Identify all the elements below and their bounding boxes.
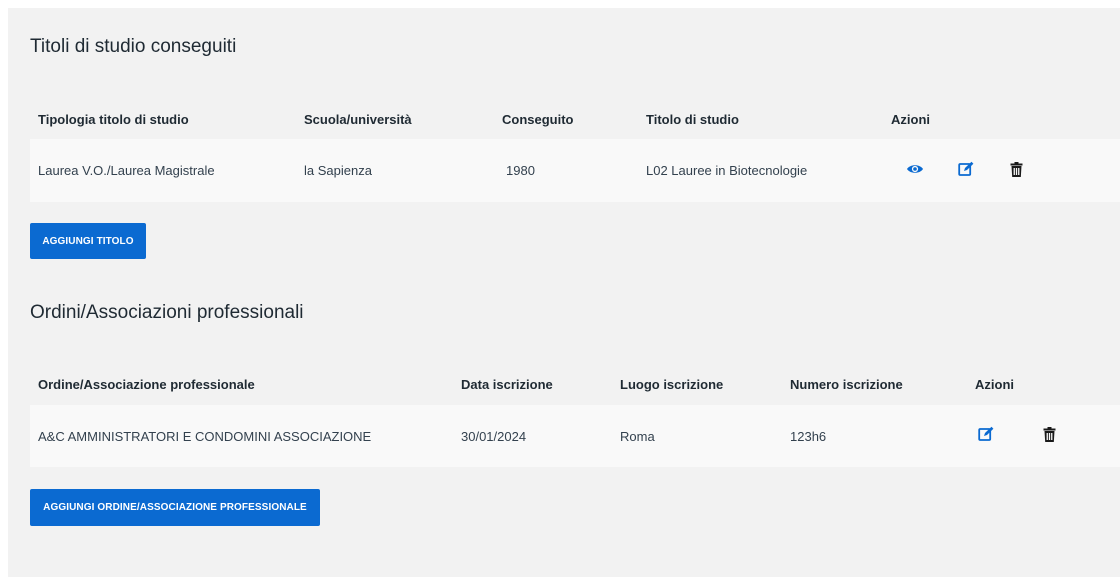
edit-icon [958,161,974,176]
cell-scuola: la Sapienza [304,163,372,178]
col-titolo: Titolo di studio [646,112,739,127]
col-tipologia: Tipologia titolo di studio [38,112,189,127]
cell-luogo-iscrizione: Roma [620,429,655,444]
col-luogo-iscrizione: Luogo iscrizione [620,377,724,392]
view-button[interactable] [905,159,925,179]
add-titolo-button[interactable]: AGGIUNGI TITOLO [30,223,146,259]
cell-data-iscrizione: 30/01/2024 [461,429,527,444]
col-numero-iscrizione: Numero iscrizione [790,377,903,392]
ordini-section-title: Ordini/Associazioni professionali [30,302,304,323]
col-conseguito: Conseguito [502,112,574,127]
content-panel: Titoli di studio conseguiti Tipologia ti… [8,8,1120,577]
col-ordine: Ordine/Associazione professionale [38,377,255,392]
cell-tipologia: Laurea V.O./Laurea Magistrale [38,163,215,178]
table-row: Laurea V.O./Laurea Magistrale la Sapienz… [30,139,1120,202]
titoli-section-title: Titoli di studio conseguiti [30,36,237,57]
col-data-iscrizione: Data iscrizione [461,377,553,392]
cell-ordine: A&C AMMINISTRATORI E CONDOMINI ASSOCIAZI… [38,429,372,444]
col-scuola: Scuola/università [304,112,412,127]
cell-numero-iscrizione: 123h6 [790,429,827,444]
edit-button[interactable] [976,424,996,444]
add-ordine-button[interactable]: AGGIUNGI ORDINE/ASSOCIAZIONE PROFESSIONA… [30,489,320,526]
trash-icon [1010,161,1022,177]
edit-icon [978,426,994,441]
edit-button[interactable] [956,159,976,179]
table-row: A&C AMMINISTRATORI E CONDOMINI ASSOCIAZI… [30,405,1120,467]
delete-button[interactable] [1006,159,1026,179]
cell-titolo: L02 Lauree in Biotecnologie [646,163,808,178]
col-azioni: Azioni [891,112,930,127]
col-azioni: Azioni [975,377,1014,392]
delete-button[interactable] [1039,424,1059,444]
trash-icon [1043,426,1055,442]
cell-conseguito: 1980 [506,163,535,178]
eye-icon [907,165,923,173]
